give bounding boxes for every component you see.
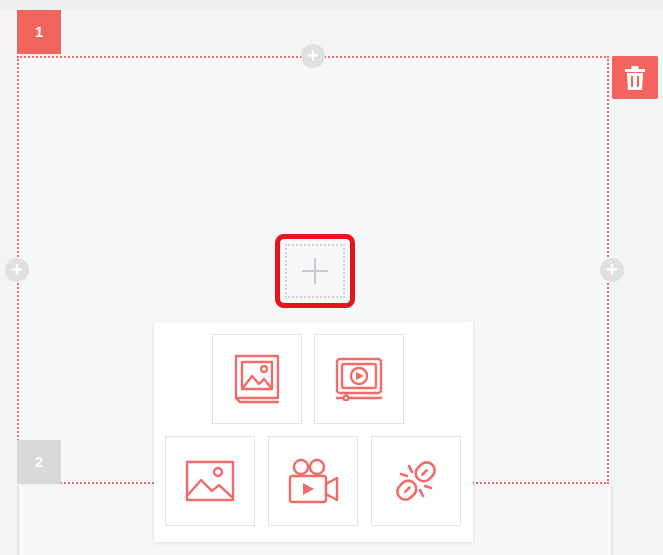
block-2-badge[interactable]: 2 — [17, 440, 61, 484]
add-element-button[interactable] — [275, 234, 355, 308]
block-2-number: 2 — [34, 453, 44, 471]
video-option[interactable] — [268, 436, 358, 526]
image-option[interactable] — [165, 436, 255, 526]
delete-block-button[interactable] — [612, 56, 658, 99]
add-above-handle[interactable]: + — [301, 44, 325, 68]
top-strip — [0, 0, 663, 10]
plus-icon — [302, 258, 328, 284]
add-element-target[interactable] — [285, 244, 345, 298]
video-slider-option[interactable] — [314, 334, 404, 424]
block-1-badge[interactable]: 1 — [17, 10, 61, 54]
add-left-handle[interactable]: + — [5, 258, 29, 282]
video-slider-icon — [335, 357, 383, 401]
video-camera-icon — [288, 458, 339, 504]
block-1-number: 1 — [34, 23, 44, 41]
plus-circle-icon: + — [11, 259, 23, 281]
element-picker-popup — [154, 322, 473, 542]
broken-link-icon — [396, 461, 436, 501]
plus-circle-icon: + — [606, 259, 618, 281]
plus-circle-icon: + — [307, 45, 319, 67]
add-right-handle[interactable]: + — [600, 258, 624, 282]
link-option[interactable] — [371, 436, 461, 526]
image-icon — [185, 460, 235, 502]
gallery-icon — [234, 354, 280, 404]
gallery-option[interactable] — [212, 334, 302, 424]
trash-icon — [625, 65, 645, 90]
